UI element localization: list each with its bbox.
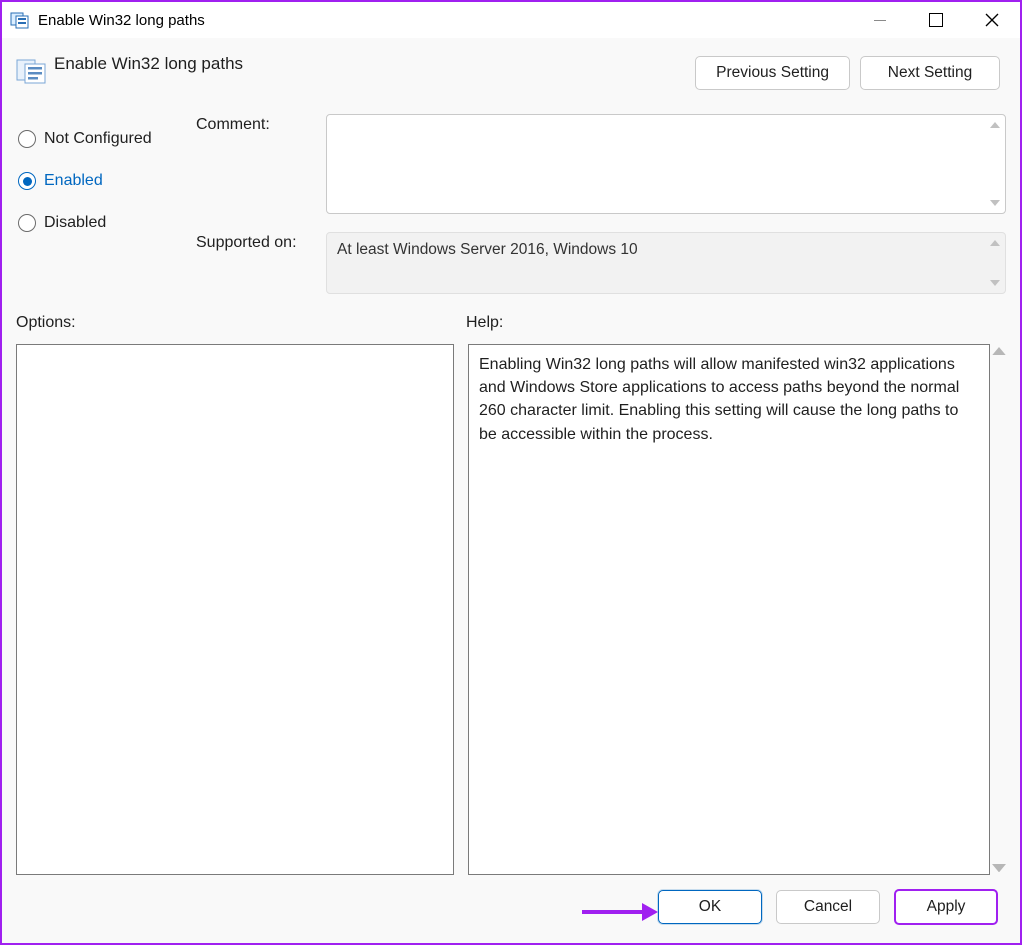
previous-setting-button[interactable]: Previous Setting <box>695 56 850 90</box>
annotation-arrow-icon <box>582 903 658 921</box>
options-label: Options: <box>16 314 466 332</box>
radio-disabled[interactable]: Disabled <box>18 202 196 244</box>
radio-icon <box>18 214 36 232</box>
panels-row: Enabling Win32 long paths will allow man… <box>16 344 1006 875</box>
maximize-button[interactable] <box>908 2 964 38</box>
radio-label: Not Configured <box>44 130 152 148</box>
dialog-footer: OK Cancel Apply <box>16 875 1006 935</box>
radio-enabled[interactable]: Enabled <box>18 160 196 202</box>
scroll-down-icon[interactable] <box>986 196 1004 210</box>
comment-textarea[interactable] <box>326 114 1006 214</box>
radio-not-configured[interactable]: Not Configured <box>18 118 196 160</box>
fields-grid: Comment: Supported on: At least Windows … <box>196 114 1006 294</box>
scroll-down-icon[interactable] <box>992 861 1006 875</box>
titlebar: Enable Win32 long paths <box>2 2 1020 38</box>
supported-textarea: At least Windows Server 2016, Windows 10 <box>326 232 1006 294</box>
apply-button[interactable]: Apply <box>894 889 998 925</box>
comment-label: Comment: <box>196 114 326 134</box>
policy-title: Enable Win32 long paths <box>54 54 243 74</box>
policy-editor-window: Enable Win32 long paths Enable Win32 lon… <box>0 0 1022 945</box>
help-wrap: Enabling Win32 long paths will allow man… <box>468 344 1006 875</box>
supported-wrap: At least Windows Server 2016, Windows 10 <box>326 232 1006 294</box>
app-icon <box>10 10 30 30</box>
scroll-up-icon[interactable] <box>986 236 1004 250</box>
options-panel[interactable] <box>16 344 454 875</box>
help-panel[interactable]: Enabling Win32 long paths will allow man… <box>468 344 990 875</box>
policy-icon <box>16 56 46 86</box>
next-setting-button[interactable]: Next Setting <box>860 56 1000 90</box>
help-scrollbar[interactable] <box>990 344 1006 875</box>
cancel-button[interactable]: Cancel <box>776 890 880 924</box>
close-button[interactable] <box>964 2 1020 38</box>
radio-icon <box>18 172 36 190</box>
help-label: Help: <box>466 314 503 332</box>
scroll-up-icon[interactable] <box>992 344 1006 358</box>
scroll-down-icon[interactable] <box>986 276 1004 290</box>
header-row: Enable Win32 long paths Previous Setting… <box>16 54 1006 90</box>
scroll-up-icon[interactable] <box>986 118 1004 132</box>
radio-label: Disabled <box>44 214 106 232</box>
comment-wrap <box>326 114 1006 214</box>
ok-button[interactable]: OK <box>658 890 762 924</box>
panel-labels: Options: Help: <box>16 314 1006 332</box>
minimize-button[interactable] <box>852 2 908 38</box>
radio-icon <box>18 130 36 148</box>
dialog-body: Enable Win32 long paths Previous Setting… <box>2 38 1020 943</box>
config-section: Not Configured Enabled Disabled Comment: <box>16 114 1006 294</box>
state-radio-group: Not Configured Enabled Disabled <box>16 114 196 294</box>
window-title: Enable Win32 long paths <box>38 12 205 29</box>
radio-label: Enabled <box>44 172 103 190</box>
supported-label: Supported on: <box>196 232 326 252</box>
